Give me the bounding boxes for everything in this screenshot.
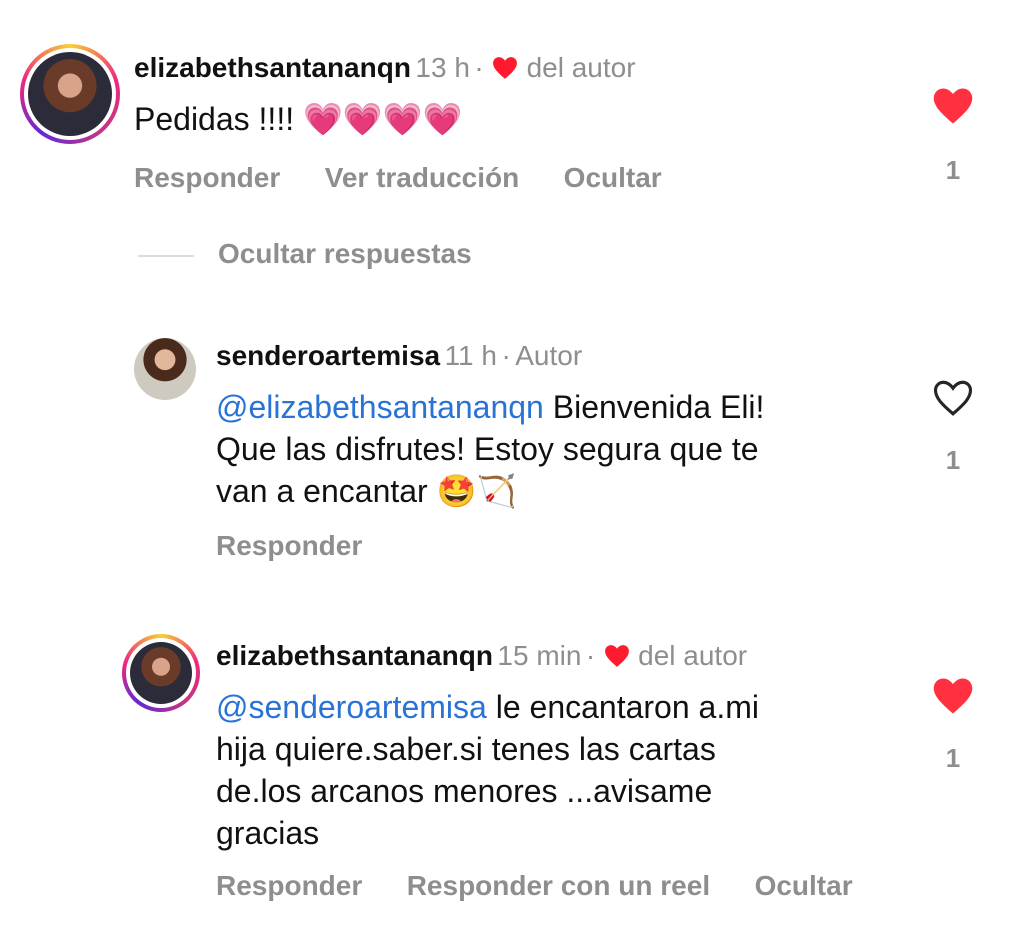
see-translation-button[interactable]: Ver traducción	[325, 162, 520, 193]
timestamp: 15 min	[497, 640, 582, 671]
username[interactable]: senderoartemisa	[216, 340, 440, 371]
avatar[interactable]	[122, 634, 200, 712]
comment-header: elizabethsantananqn 13 h · del autor	[134, 52, 636, 84]
like-count: 1	[945, 743, 961, 773]
separator: ·	[585, 640, 596, 671]
avatar-photo	[134, 338, 196, 400]
comment-text: @elizabethsantananqn Bienvenida Eli! Que…	[216, 389, 765, 509]
like-count: 1	[945, 445, 961, 475]
separator: ·	[474, 52, 484, 83]
comment-header: elizabethsantananqn 15 min · del autor	[216, 640, 747, 672]
username[interactable]: elizabethsantananqn	[216, 640, 493, 671]
comment-actions: Responder Responder con un reel Ocultar	[216, 870, 853, 902]
author-liked-tag: del autor	[638, 640, 748, 671]
comment-text: Pedidas !!!! 💗💗💗💗	[134, 101, 463, 137]
avatar-photo	[28, 52, 112, 136]
mention[interactable]: @senderoartemisa	[216, 689, 487, 725]
heart-icon	[604, 645, 629, 667]
like-heart-outline-icon[interactable]	[932, 378, 974, 418]
reply-button[interactable]: Responder	[134, 162, 280, 193]
reply-button[interactable]: Responder	[216, 530, 362, 561]
comment-actions: Responder Ver traducción Ocultar	[134, 162, 662, 194]
author-tag: Autor	[515, 340, 583, 371]
avatar-photo	[130, 642, 192, 704]
hide-button[interactable]: Ocultar	[564, 162, 662, 193]
reply-button[interactable]: Responder	[216, 870, 362, 901]
like-count: 1	[945, 155, 961, 185]
avatar[interactable]	[20, 44, 120, 144]
hide-replies-button[interactable]: Ocultar respuestas	[218, 238, 472, 270]
separator: ·	[501, 340, 511, 371]
hide-button[interactable]: Ocultar	[755, 870, 853, 901]
timestamp: 13 h	[415, 52, 470, 83]
timestamp: 11 h	[444, 340, 497, 371]
reply-with-reel-button[interactable]: Responder con un reel	[407, 870, 710, 901]
avatar[interactable]	[134, 338, 196, 400]
username[interactable]: elizabethsantananqn	[134, 52, 411, 83]
replies-divider	[138, 255, 194, 257]
comment-text: @senderoartemisa le encantaron a.mi hija…	[216, 689, 759, 851]
hearts-emoji: 💗💗💗💗	[302, 101, 463, 137]
heart-icon	[493, 57, 518, 79]
author-liked-tag: del autor	[526, 52, 636, 83]
mention[interactable]: @elizabethsantananqn	[216, 389, 544, 425]
like-heart-icon[interactable]	[932, 86, 974, 126]
comment-actions: Responder	[216, 530, 362, 562]
comment-header: senderoartemisa 11 h · Autor	[216, 340, 582, 372]
emoji: 🤩🏹	[436, 473, 517, 509]
like-heart-icon[interactable]	[932, 676, 974, 716]
